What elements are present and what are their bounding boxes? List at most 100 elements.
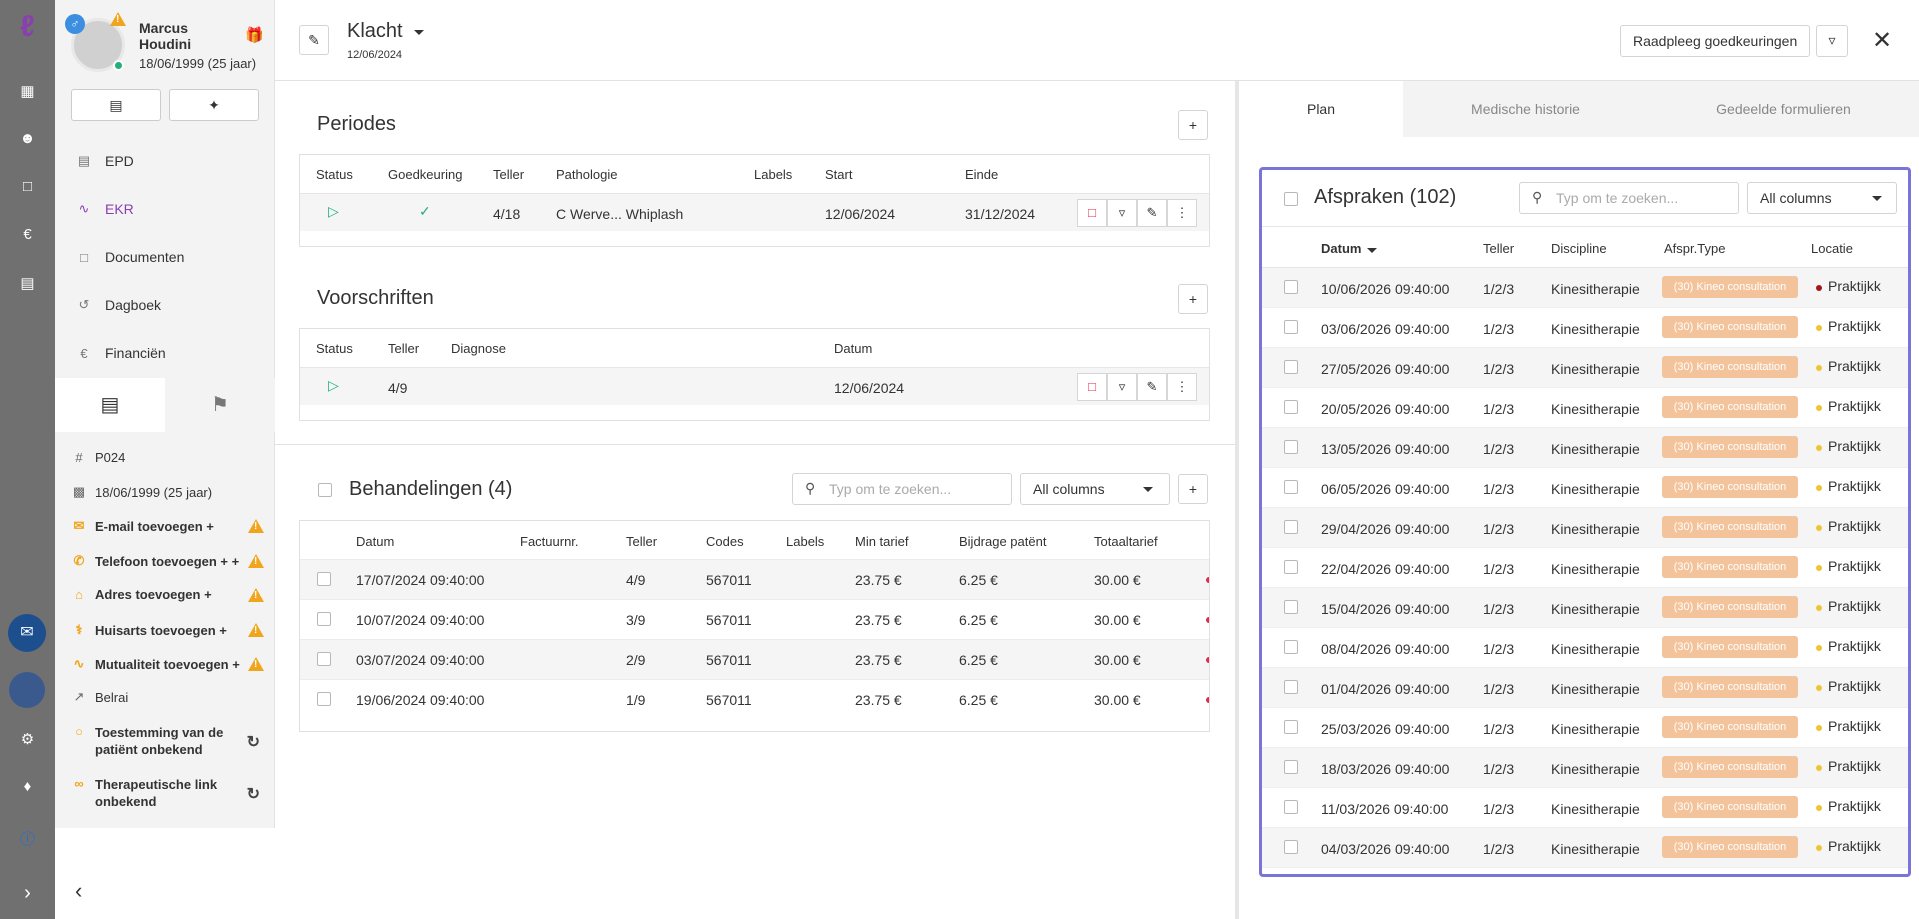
table-row[interactable]: 04/03/2026 09:40:00 1/2/3 Kinesitherapie (3… bbox=[1262, 828, 1908, 868]
col-locatie[interactable]: Locatie bbox=[1811, 241, 1853, 256]
row-checkbox[interactable] bbox=[1284, 520, 1298, 534]
row-checkbox[interactable] bbox=[1284, 840, 1298, 854]
nav-item-ekr[interactable]: ∿ EKR bbox=[55, 189, 275, 229]
table-row[interactable]: 17/07/2024 09:40:00 4/9 567011 23.75 € 6.25 … bbox=[300, 559, 1209, 599]
col-teller[interactable]: Teller bbox=[493, 167, 524, 182]
col-labels[interactable]: Labels bbox=[786, 534, 824, 549]
add-gp-link[interactable]: ⚕ Huisarts toevoegen + bbox=[69, 622, 264, 638]
row-checkbox[interactable] bbox=[1284, 560, 1298, 574]
id-card-button[interactable]: ▤ bbox=[71, 89, 161, 121]
row-checkbox[interactable] bbox=[1284, 440, 1298, 454]
row-checkbox[interactable] bbox=[1284, 720, 1298, 734]
col-teller[interactable]: Teller bbox=[626, 534, 657, 549]
chevron-down-icon[interactable] bbox=[414, 30, 424, 35]
row-checkbox[interactable] bbox=[1284, 400, 1298, 414]
col-status[interactable]: Status bbox=[316, 167, 353, 182]
table-row[interactable]: 22/04/2026 09:40:00 1/2/3 Kinesitherapie (3… bbox=[1262, 548, 1908, 588]
col-teller[interactable]: Teller bbox=[1483, 241, 1514, 256]
tab-plan[interactable]: Plan bbox=[1239, 81, 1403, 137]
col-teller[interactable]: Teller bbox=[388, 341, 419, 356]
edit-row-button[interactable]: ✎ bbox=[1137, 373, 1167, 401]
help-icon[interactable]: ⓘ bbox=[0, 828, 55, 849]
col-goedkeuring[interactable]: Goedkeuring bbox=[388, 167, 462, 182]
row-checkbox[interactable] bbox=[1284, 680, 1298, 694]
sort-desc-icon[interactable] bbox=[1367, 248, 1377, 253]
table-row[interactable]: ▷ ✓ 4/18 C Werve... Whiplash 12/06/2024 … bbox=[300, 193, 1209, 231]
refresh-icon[interactable]: ↻ bbox=[247, 784, 260, 804]
col-codes[interactable]: Codes bbox=[706, 534, 744, 549]
complaint-title[interactable]: Klacht bbox=[347, 20, 403, 43]
edit-complaint-button[interactable]: ✎ bbox=[299, 25, 329, 55]
table-row[interactable]: 06/05/2026 09:40:00 1/2/3 Kinesitherapie (3… bbox=[1262, 468, 1908, 508]
col-bijdrage[interactable]: Bijdrage patënt bbox=[959, 534, 1046, 549]
refresh-icon[interactable]: ↻ bbox=[247, 732, 260, 752]
col-factuurnr[interactable]: Factuurnr. bbox=[520, 534, 579, 549]
table-row[interactable]: 25/03/2026 09:40:00 1/2/3 Kinesitherapie (3… bbox=[1262, 708, 1908, 748]
add-mutual-link[interactable]: ∿ Mutualiteit toevoegen + bbox=[69, 656, 264, 672]
stop-button[interactable]: □ bbox=[1077, 199, 1107, 227]
table-row[interactable]: 29/04/2026 09:40:00 1/2/3 Kinesitherapie (3… bbox=[1262, 508, 1908, 548]
row-checkbox[interactable] bbox=[317, 572, 331, 586]
tab-gedeelde-formulieren[interactable]: Gedeelde formulieren bbox=[1648, 81, 1919, 137]
row-checkbox[interactable] bbox=[317, 612, 331, 626]
row-checkbox[interactable] bbox=[317, 692, 331, 706]
col-datum[interactable]: Datum bbox=[1321, 241, 1361, 256]
bell-icon[interactable]: ♦ bbox=[0, 778, 55, 795]
select-all-checkbox[interactable] bbox=[1284, 192, 1298, 206]
table-row[interactable]: 03/07/2024 09:40:00 2/9 567011 23.75 € 6.25 … bbox=[300, 639, 1209, 679]
edit-row-button[interactable]: ✎ bbox=[1137, 199, 1167, 227]
split-divider[interactable] bbox=[1235, 81, 1239, 919]
row-checkbox[interactable] bbox=[1284, 760, 1298, 774]
table-row[interactable]: 13/05/2026 09:40:00 1/2/3 Kinesitherapie (3… bbox=[1262, 428, 1908, 468]
filter-row-button[interactable]: ▿ bbox=[1107, 199, 1137, 227]
table-row[interactable]: 18/03/2026 09:40:00 1/2/3 Kinesitherapie (3… bbox=[1262, 748, 1908, 788]
row-checkbox[interactable] bbox=[1284, 280, 1298, 294]
more-button[interactable]: ⋮ bbox=[1167, 199, 1197, 227]
pin-button[interactable]: ✦ bbox=[169, 89, 259, 121]
chat-icon[interactable]: □ bbox=[0, 178, 55, 195]
row-checkbox[interactable] bbox=[317, 652, 331, 666]
chevron-right-icon[interactable]: › bbox=[0, 882, 55, 905]
belrai-link[interactable]: ↗ Belrai bbox=[69, 689, 264, 705]
nav-item-epd[interactable]: ▤ EPD bbox=[55, 141, 275, 181]
support-chat-icon[interactable]: ✉ bbox=[8, 614, 46, 652]
table-row[interactable]: 27/05/2026 09:40:00 1/2/3 Kinesitherapie (3… bbox=[1262, 348, 1908, 388]
col-labels[interactable]: Labels bbox=[754, 167, 792, 182]
table-row[interactable]: 01/04/2026 09:40:00 1/2/3 Kinesitherapie (3… bbox=[1262, 668, 1908, 708]
table-row[interactable]: 15/04/2026 09:40:00 1/2/3 Kinesitherapie (3… bbox=[1262, 588, 1908, 628]
table-row[interactable]: 10/06/2026 09:40:00 1/2/3 Kinesitherapie (3… bbox=[1262, 268, 1908, 308]
add-voorschrift-button[interactable]: + bbox=[1178, 284, 1208, 314]
col-diagnose[interactable]: Diagnose bbox=[451, 341, 506, 356]
add-phone-link[interactable]: ✆ Telefoon toevoegen + + bbox=[69, 553, 264, 569]
row-checkbox[interactable] bbox=[1284, 320, 1298, 334]
row-checkbox[interactable] bbox=[1284, 360, 1298, 374]
euro-icon[interactable]: € bbox=[0, 226, 55, 243]
col-afspr-type[interactable]: Afspr.Type bbox=[1664, 241, 1725, 256]
filter-button[interactable]: ▿ bbox=[1816, 25, 1848, 57]
col-status[interactable]: Status bbox=[316, 341, 353, 356]
row-checkbox[interactable] bbox=[1284, 640, 1298, 654]
tab-clipboard[interactable]: ▤ bbox=[55, 378, 165, 432]
table-row[interactable]: 08/04/2026 09:40:00 1/2/3 Kinesitherapie (3… bbox=[1262, 628, 1908, 668]
table-row[interactable]: 11/03/2026 09:40:00 1/2/3 Kinesitherapie (3… bbox=[1262, 788, 1908, 828]
tab-flag[interactable]: ⚑ bbox=[165, 378, 275, 432]
add-email-link[interactable]: ✉ E-mail toevoegen + bbox=[69, 518, 264, 534]
afspraken-search-input[interactable]: Typ om te zoeken... bbox=[1519, 182, 1739, 214]
filter-row-button[interactable]: ▿ bbox=[1107, 373, 1137, 401]
add-periode-button[interactable]: + bbox=[1178, 110, 1208, 140]
behandelingen-search-input[interactable]: Typ om te zoeken... bbox=[792, 473, 1012, 505]
settings-icon[interactable]: ⚙ bbox=[0, 730, 55, 748]
col-min-tarief[interactable]: Min tarief bbox=[855, 534, 908, 549]
stop-button[interactable]: □ bbox=[1077, 373, 1107, 401]
nav-item-documenten[interactable]: □ Documenten bbox=[55, 237, 275, 277]
col-start[interactable]: Start bbox=[825, 167, 852, 182]
app-logo[interactable]: ℓ bbox=[0, 10, 55, 44]
close-icon[interactable]: ✕ bbox=[1872, 26, 1892, 55]
table-row[interactable]: 10/07/2024 09:40:00 3/9 567011 23.75 € 6.25 … bbox=[300, 599, 1209, 639]
table-row[interactable]: 19/06/2024 09:40:00 1/9 567011 23.75 € 6.25 … bbox=[300, 679, 1209, 719]
nav-item-dagboek[interactable]: ↺ Dagboek bbox=[55, 285, 275, 325]
nav-item-financien[interactable]: € Financiën bbox=[55, 333, 275, 373]
tab-medische-historie[interactable]: Medische historie bbox=[1403, 81, 1648, 137]
consult-approvals-button[interactable]: Raadpleeg goedkeuringen bbox=[1620, 25, 1811, 57]
collapse-panel-icon[interactable]: ‹ bbox=[75, 878, 82, 904]
